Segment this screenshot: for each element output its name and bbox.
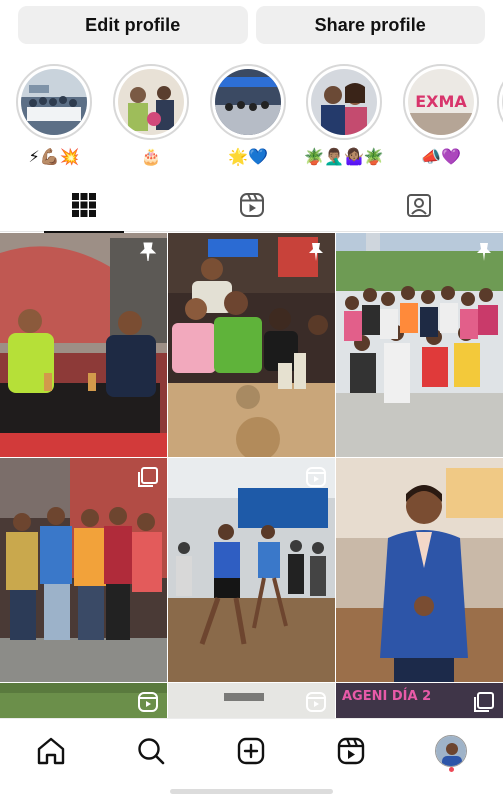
highlight-ring xyxy=(210,64,286,140)
highlight-ring xyxy=(497,64,503,140)
highlight-item[interactable]: 🎂 xyxy=(113,64,189,168)
post-thumbnail[interactable] xyxy=(168,458,335,682)
highlight-item[interactable]: EXMA 📣💜 xyxy=(403,64,479,168)
highlight-item-partial[interactable] xyxy=(497,64,503,140)
home-icon xyxy=(37,737,65,765)
highlight-label: ⚡💪🏽💥 xyxy=(28,149,80,166)
highlight-ring xyxy=(306,64,382,140)
tab-posts-grid[interactable] xyxy=(0,178,168,233)
profile-actions: Edit profile Share profile xyxy=(18,6,485,44)
nav-reels[interactable] xyxy=(333,733,369,769)
highlight-image-family xyxy=(118,69,184,135)
post-thumbnail[interactable] xyxy=(168,233,335,457)
highlight-label: 🌟💙 xyxy=(228,149,268,166)
create-post-icon xyxy=(237,737,265,765)
highlight-label: 🎂 xyxy=(141,149,161,166)
highlight-item[interactable]: ⚡💪🏽💥 xyxy=(16,64,92,168)
highlight-label: 📣💜 xyxy=(421,149,461,166)
carousel-icon xyxy=(474,692,494,712)
edit-profile-button[interactable]: Edit profile xyxy=(18,6,248,44)
profile-tabs xyxy=(0,178,503,233)
story-highlights: ⚡💪🏽💥 🎂 🌟💙 xyxy=(0,64,503,174)
search-icon xyxy=(138,738,165,765)
share-profile-button[interactable]: Share profile xyxy=(255,6,485,44)
grid-icon xyxy=(72,193,96,217)
profile-avatar-icon xyxy=(435,735,467,767)
post-image-six-friends xyxy=(0,458,167,682)
tab-reels[interactable] xyxy=(168,178,336,232)
post-thumbnail[interactable] xyxy=(336,458,503,682)
reels-icon xyxy=(337,737,365,765)
highlight-ring xyxy=(113,64,189,140)
highlight-item[interactable]: 🪴🤦🏽‍♂️🤷🏽‍♀️🪴 xyxy=(304,64,384,168)
post-image-restaurant xyxy=(0,233,167,457)
home-indicator xyxy=(170,789,333,794)
avatar-image xyxy=(436,736,466,766)
reels-icon xyxy=(240,193,264,217)
notification-dot xyxy=(449,767,454,772)
tagged-person-icon xyxy=(407,194,431,217)
nav-profile[interactable] xyxy=(433,733,469,769)
bottom-navigation xyxy=(0,718,503,800)
pin-icon xyxy=(309,243,323,261)
highlight-label: 🪴🤦🏽‍♂️🤷🏽‍♀️🪴 xyxy=(304,149,384,166)
post-thumbnail[interactable] xyxy=(168,683,335,718)
nav-home[interactable] xyxy=(33,733,69,769)
highlight-image-group xyxy=(21,69,87,135)
highlight-image-event xyxy=(215,69,281,135)
highlight-item[interactable]: 🌟💙 xyxy=(210,64,286,168)
post-image-group-outdoor xyxy=(336,233,503,457)
post-thumbnail[interactable] xyxy=(0,233,167,457)
nav-create[interactable] xyxy=(233,733,269,769)
post-thumbnail[interactable] xyxy=(336,233,503,457)
pin-icon xyxy=(139,242,157,262)
posts-grid: AGENI DÍA 2 xyxy=(0,233,503,718)
reel-icon xyxy=(306,467,326,487)
reel-icon xyxy=(306,692,326,712)
nav-search[interactable] xyxy=(133,733,169,769)
highlight-image-sign: EXMA xyxy=(408,69,474,135)
post-image-dance-class xyxy=(168,458,335,682)
post-image-bar xyxy=(168,233,335,457)
svg-text:EXMA: EXMA xyxy=(415,92,467,111)
post-image-man-blue-suit xyxy=(336,458,503,682)
highlight-ring: EXMA xyxy=(403,64,479,140)
post-thumbnail[interactable] xyxy=(0,683,167,718)
post-thumbnail[interactable] xyxy=(0,458,167,682)
reel-icon xyxy=(138,692,158,712)
tab-tagged[interactable] xyxy=(335,178,503,232)
post-banner-text: AGENI DÍA 2 xyxy=(342,689,432,704)
highlight-ring xyxy=(16,64,92,140)
highlight-image-selfie xyxy=(311,69,377,135)
pin-icon xyxy=(477,243,491,261)
post-thumbnail[interactable]: AGENI DÍA 2 xyxy=(336,683,503,718)
carousel-icon xyxy=(138,467,158,487)
